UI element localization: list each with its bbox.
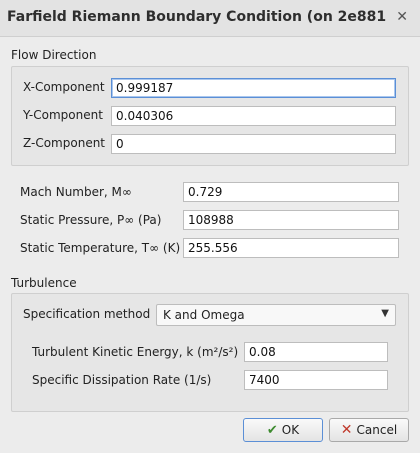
static-temperature-label: Static Temperature, T∞ (K) xyxy=(20,241,181,255)
turbulence-heading: Turbulence xyxy=(11,276,77,290)
ok-button[interactable]: ✔ OK xyxy=(243,418,323,442)
cancel-button-label: Cancel xyxy=(356,423,398,437)
x-component-label: X-Component xyxy=(23,80,105,94)
check-icon: ✔ xyxy=(266,422,278,438)
static-temperature-input[interactable] xyxy=(183,238,399,258)
y-component-input[interactable] xyxy=(111,106,396,126)
close-icon[interactable]: ✕ xyxy=(396,9,408,25)
turbulent-kinetic-energy-label: Turbulent Kinetic Energy, k (m²/s²) xyxy=(32,345,239,359)
specification-method-label: Specification method xyxy=(23,307,151,321)
specific-dissipation-rate-input[interactable] xyxy=(244,370,388,390)
title-bar: Farfield Riemann Boundary Condition (on … xyxy=(0,0,420,37)
mach-number-label: Mach Number, M∞ xyxy=(20,185,132,199)
static-pressure-label: Static Pressure, P∞ (Pa) xyxy=(20,213,162,227)
flow-direction-heading: Flow Direction xyxy=(11,48,97,62)
window-title: Farfield Riemann Boundary Condition (on … xyxy=(7,9,387,25)
turbulent-kinetic-energy-input[interactable] xyxy=(244,342,388,362)
specific-dissipation-rate-label: Specific Dissipation Rate (1/s) xyxy=(32,373,212,387)
mach-number-input[interactable] xyxy=(183,182,399,202)
chevron-down-icon: ▼ xyxy=(381,308,389,319)
y-component-label: Y-Component xyxy=(23,108,103,122)
specification-method-value: K and Omega xyxy=(163,308,245,322)
z-component-label: Z-Component xyxy=(23,136,106,150)
cancel-icon: ✕ xyxy=(340,422,353,438)
z-component-input[interactable] xyxy=(111,134,396,154)
x-component-input[interactable] xyxy=(111,78,396,98)
static-pressure-input[interactable] xyxy=(183,210,399,230)
specification-method-select[interactable]: K and Omega ▼ xyxy=(156,304,396,326)
ok-button-label: OK xyxy=(281,423,300,437)
cancel-button[interactable]: ✕ Cancel xyxy=(329,418,409,442)
